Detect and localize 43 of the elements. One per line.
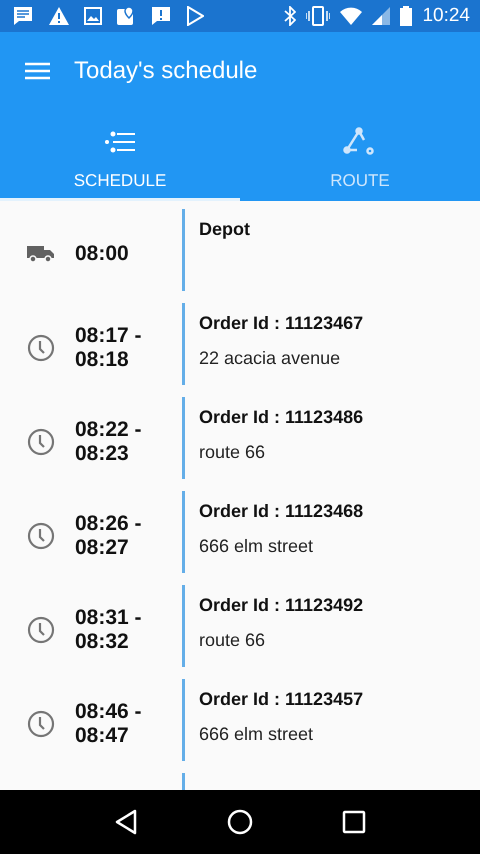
time-range: 08:26 - 08:27 — [75, 510, 143, 561]
stop-address: 22 acacia avenue — [199, 348, 342, 369]
list-icon — [104, 130, 136, 152]
battery-icon — [400, 6, 412, 26]
stop-address: route 66 — [199, 442, 266, 463]
tab[interactable]: SCHEDULE — [0, 110, 240, 201]
menu-icon[interactable] — [25, 62, 50, 80]
stop-address: route 66 — [199, 630, 266, 651]
stop-title: Order Id : 11123457 — [199, 689, 364, 710]
play-icon — [186, 6, 204, 26]
toolbar-title: Today's schedule — [74, 57, 258, 85]
clock-icon — [26, 334, 54, 362]
alert-message-icon — [150, 5, 172, 27]
clock-icon — [26, 428, 54, 456]
stop-title: Depot — [199, 219, 250, 240]
recents-icon[interactable] — [342, 810, 366, 834]
stop-address: 666 elm street — [199, 536, 314, 557]
wifi-icon — [340, 7, 362, 25]
clock-icon — [26, 522, 54, 550]
back-icon[interactable] — [114, 809, 138, 835]
truck-icon — [26, 245, 54, 263]
message-icon — [12, 5, 34, 27]
time-range: 08:31 - 08:32 — [75, 604, 143, 655]
time-range: 08:00 — [75, 240, 130, 267]
stop-title: Order Id : 11123492 — [199, 595, 364, 616]
stop-title: Order Id : 11123467 — [199, 313, 364, 334]
tab[interactable]: ROUTE — [240, 110, 480, 201]
time-range: 08:46 - 08:47 — [75, 698, 143, 749]
bluetooth-icon — [284, 6, 296, 26]
clock-icon — [26, 616, 54, 644]
image-icon — [84, 7, 102, 25]
time-range: 08:17 - 08:18 — [75, 322, 143, 373]
stop-title: Order Id : 11123468 — [199, 501, 364, 522]
status-time: 10:24 — [422, 5, 470, 27]
stop-title: Order Id : 11123486 — [199, 407, 364, 428]
clock-icon — [26, 710, 54, 738]
map-pin-icon — [116, 6, 136, 26]
stop-address: 666 elm street — [199, 724, 314, 745]
signal-icon — [372, 7, 390, 25]
home-icon[interactable] — [226, 809, 253, 835]
vibrate-icon — [306, 6, 330, 26]
time-range: 08:22 - 08:23 — [75, 416, 143, 467]
warning-icon — [48, 6, 70, 26]
